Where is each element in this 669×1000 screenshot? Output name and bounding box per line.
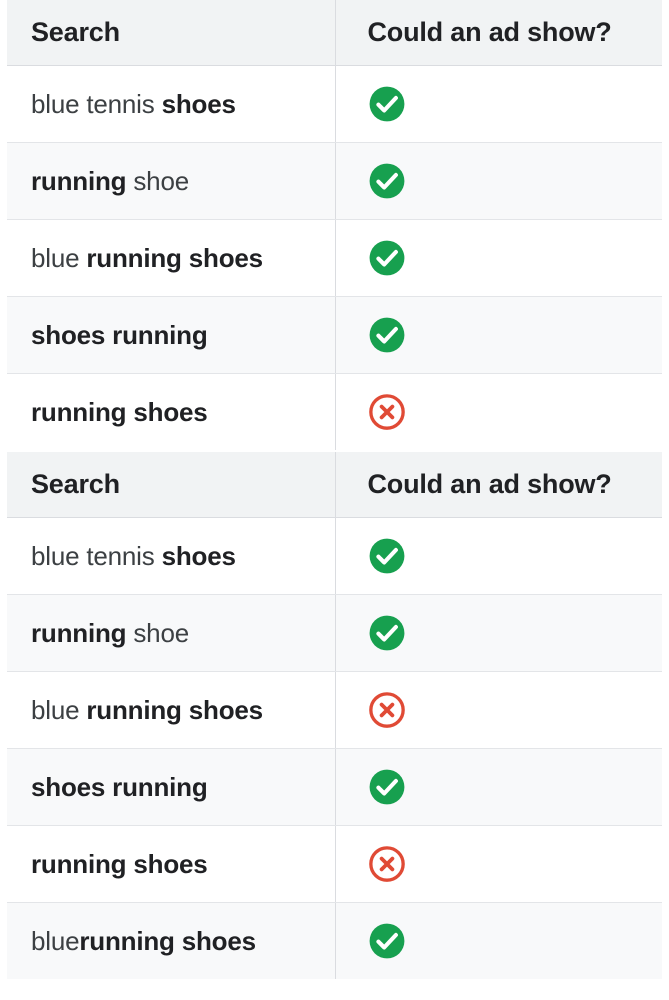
ad-show-cell: [334, 825, 662, 903]
column-header-search: Search: [7, 0, 335, 66]
search-term-cell: blue tennis shoes: [7, 65, 335, 143]
search-term-fragment: running shoes: [86, 242, 263, 273]
ad-show-cell: [334, 902, 662, 979]
ad-show-cell: [334, 296, 662, 374]
search-term-fragment: shoes: [161, 540, 236, 571]
check-circle-icon: [368, 316, 406, 354]
table-row: running shoes: [7, 825, 662, 903]
table-row: shoes running: [7, 296, 662, 374]
search-term-fragment: running: [31, 617, 127, 648]
keyword-match-table: Search Could an ad show? blue tennis shoes…: [7, 0, 662, 450]
tables-container: Search Could an ad show? blue tennis shoes…: [0, 0, 669, 979]
ad-show-cell: [334, 594, 662, 672]
search-term-cell: running shoe: [7, 594, 335, 672]
ad-show-cell: [334, 517, 662, 595]
x-circle-icon: [368, 393, 406, 431]
table-row: shoes running: [7, 748, 662, 826]
check-circle-icon: [368, 537, 406, 575]
search-term-fragment: running shoes: [31, 396, 208, 427]
search-term-fragment: running: [31, 165, 127, 196]
ad-show-cell: [334, 219, 662, 297]
search-term-fragment: shoes running: [31, 319, 208, 350]
table-row: running shoes: [7, 373, 662, 451]
table-row: blue running shoes: [7, 671, 662, 749]
check-circle-icon: [368, 922, 406, 960]
check-circle-icon: [368, 85, 406, 123]
table-row: blue running shoes: [7, 219, 662, 297]
x-circle-icon: [368, 691, 406, 729]
ad-show-cell: [334, 748, 662, 826]
ad-show-cell: [334, 65, 662, 143]
check-circle-icon: [368, 162, 406, 200]
search-term-fragment: blue tennis: [31, 88, 162, 119]
ad-show-cell: [334, 142, 662, 220]
page-root: Search Could an ad show? blue tennis shoes…: [0, 0, 669, 1000]
table-row: bluerunning shoes: [7, 902, 662, 979]
search-term-fragment: blue: [31, 925, 80, 956]
table-header-row: Search Could an ad show?: [7, 452, 662, 518]
table-row: blue tennis shoes: [7, 517, 662, 595]
search-term-fragment: running shoes: [86, 694, 263, 725]
search-term-fragment: shoe: [126, 617, 189, 648]
search-term-fragment: shoe: [126, 165, 189, 196]
check-circle-icon: [368, 239, 406, 277]
search-term-cell: running shoes: [7, 825, 335, 903]
ad-show-cell: [334, 671, 662, 749]
search-term-fragment: running shoes: [31, 848, 208, 879]
search-term-cell: shoes running: [7, 296, 335, 374]
search-term-fragment: running shoes: [79, 925, 256, 956]
table-row: running shoe: [7, 142, 662, 220]
search-term-fragment: shoes running: [31, 771, 208, 802]
ad-show-cell: [334, 373, 662, 450]
search-term-cell: blue running shoes: [7, 219, 335, 297]
x-circle-icon: [368, 845, 406, 883]
table-header-row: Search Could an ad show?: [7, 0, 662, 66]
search-term-cell: bluerunning shoes: [7, 902, 335, 979]
search-term-cell: blue running shoes: [7, 671, 335, 749]
search-term-cell: shoes running: [7, 748, 335, 826]
search-term-cell: blue tennis shoes: [7, 517, 335, 595]
table-1: Search Could an ad show? blue tennis shoes…: [7, 0, 662, 450]
search-term-fragment: blue tennis: [31, 540, 162, 571]
search-term-cell: running shoes: [7, 374, 335, 451]
table-row: running shoe: [7, 594, 662, 672]
keyword-match-table: Search Could an ad show? blue tennis shoes…: [7, 452, 662, 979]
table-row: blue tennis shoes: [7, 65, 662, 143]
search-term-fragment: blue: [31, 242, 87, 273]
search-term-cell: running shoe: [7, 142, 335, 220]
search-term-fragment: shoes: [161, 88, 236, 119]
search-term-fragment: blue: [31, 694, 87, 725]
column-header-ad-show: Could an ad show?: [334, 0, 662, 66]
check-circle-icon: [368, 614, 406, 652]
column-header-search: Search: [7, 452, 335, 518]
check-circle-icon: [368, 768, 406, 806]
table-2: Search Could an ad show? blue tennis shoes…: [7, 452, 662, 979]
column-header-ad-show: Could an ad show?: [334, 452, 662, 518]
